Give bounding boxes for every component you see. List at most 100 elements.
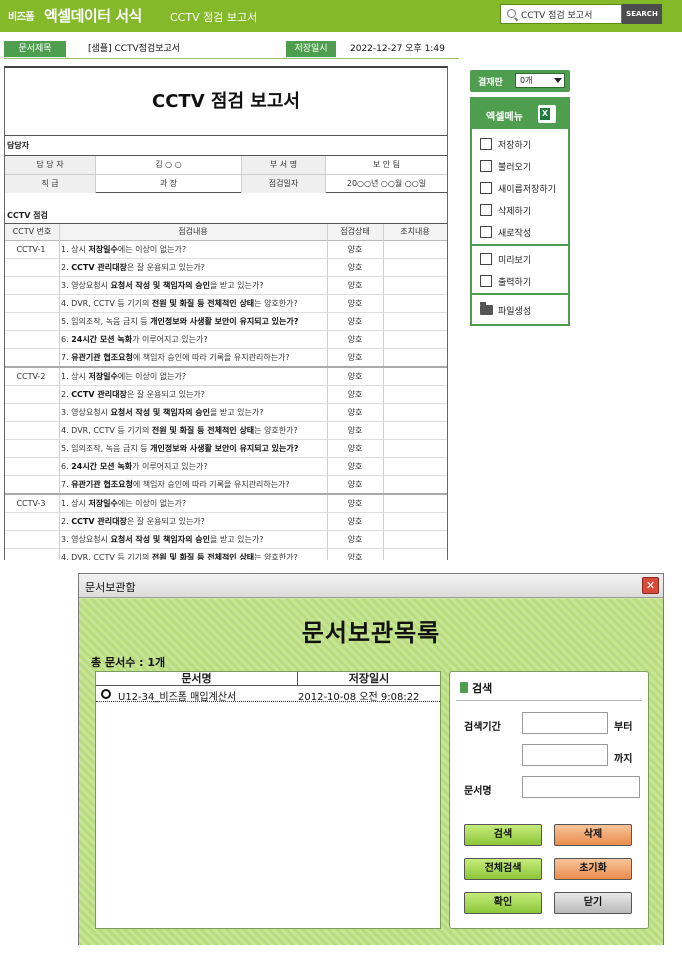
check-content-post: 가 이루어지고 있는가? xyxy=(132,335,208,344)
dialog-titlebar[interactable]: 문서보관함 ✕ xyxy=(79,574,663,598)
radio-button[interactable] xyxy=(101,689,111,699)
check-content-bold: 요청서 작성 및 책임자의 승인 xyxy=(110,535,210,544)
search-button[interactable]: 검색 xyxy=(464,824,542,846)
table-row: 3. 영상요청시 요청서 작성 및 책임자의 승인을 받고 있는가? 양호 xyxy=(5,277,447,295)
check-content-pre: 6. xyxy=(61,462,72,471)
check-content-post: 는 양호한가? xyxy=(254,553,298,560)
menu-divider xyxy=(472,244,568,246)
approval-select[interactable]: 0개 xyxy=(515,73,565,88)
table-row: 4. DVR, CCTV 등 기기의 전원 및 화질 등 전체적인 상태는 양호… xyxy=(5,295,447,313)
check-content-bold: 요청서 작성 및 책임자의 승인 xyxy=(110,408,210,417)
table-row: 6. 24시간 모션 녹화가 이루어지고 있는가? 양호 xyxy=(5,458,447,476)
check-content: 1. 상시 저장일수에는 이상이 없는가? xyxy=(61,368,325,385)
check-content-pre: 1. 상시 xyxy=(61,372,89,381)
search-icon xyxy=(507,9,516,18)
table-row: 6. 24시간 모션 녹화가 이루어지고 있는가? 양호 xyxy=(5,331,447,349)
menu-print[interactable]: 출력하기 xyxy=(480,272,566,290)
dialog-title: 문서보관함 xyxy=(85,581,136,594)
check-content: 3. 영상요청시 요청서 작성 및 책임자의 승인을 받고 있는가? xyxy=(61,404,325,421)
check-content: 5. 임의조작, 녹음 금지 등 개인정보와 사생활 보안이 유지되고 있는가? xyxy=(61,313,325,330)
check-content-bold: 요청서 작성 및 책임자의 승인 xyxy=(110,281,210,290)
check-status: 양호 xyxy=(347,335,363,344)
menu-preview-label: 미리보기 xyxy=(498,256,532,266)
brand-logo[interactable]: 비즈폼 xyxy=(8,8,35,23)
check-content-bold: 저장일수 xyxy=(88,245,118,254)
doc-title-value: [샘플] CCTV점검보고서 xyxy=(88,44,181,54)
check-content-post: 을 받고 있는가? xyxy=(210,408,264,417)
menu-save-as[interactable]: 새이름저장하기 xyxy=(480,179,566,197)
document-archive-dialog: 문서보관함 ✕ 문서보관목록 총 문서수 : 1개 문서명 저장일시 U12-3… xyxy=(78,573,664,945)
document-list: 문서명 저장일시 U12-34_비즈폼 매입계산서 2012-10-08 오전 … xyxy=(95,671,441,929)
check-content: 1. 상시 저장일수에는 이상이 없는가? xyxy=(61,495,325,512)
document-list-header: 문서명 저장일시 xyxy=(96,672,440,686)
rank-value: 과 장 xyxy=(159,179,178,188)
search-panel: 검색 검색기간 부터 까지 문서명 검색 삭제 전체검색 초기화 확인 닫기 xyxy=(449,671,649,929)
check-content-post: 을 받고 있는가? xyxy=(210,535,264,544)
check-content: 7. 유관기관 협조요청에 책임자 승인에 따라 기록을 유지관리하는가? xyxy=(61,349,325,366)
search-panel-icon xyxy=(460,682,468,693)
reset-button[interactable]: 초기화 xyxy=(554,858,632,880)
table-row: 3. 영상요청시 요청서 작성 및 책임자의 승인을 받고 있는가? 양호 xyxy=(5,404,447,422)
check-content-bold: CCTV 관리대장 xyxy=(71,517,127,526)
check-content-post: 가 이루어지고 있는가? xyxy=(132,462,208,471)
dialog-body: 문서보관목록 총 문서수 : 1개 문서명 저장일시 U12-34_비즈폼 매입… xyxy=(79,599,663,945)
check-content-bold: CCTV 관리대장 xyxy=(71,263,127,272)
check-content-bold: CCTV 관리대장 xyxy=(71,390,127,399)
check-status: 양호 xyxy=(347,245,363,254)
brand-subtitle: CCTV 점검 보고서 xyxy=(170,11,258,24)
dialog-close-button[interactable]: 닫기 xyxy=(554,892,632,914)
check-content-bold: 저장일수 xyxy=(88,499,118,508)
col-check-status: 점검상태 xyxy=(340,227,370,236)
check-content-post: 은 잘 운용되고 있는가? xyxy=(126,390,205,399)
search-all-button[interactable]: 전체검색 xyxy=(464,858,542,880)
menu-save[interactable]: 저장하기 xyxy=(480,135,566,153)
excel-menu-title: 엑셀메뉴 xyxy=(486,112,523,123)
check-content-post: 에는 이상이 없는가? xyxy=(117,499,187,508)
excel-menu: 엑셀메뉴 저장하기 불러오기 새이름저장하기 삭제하기 새로작성 미리보기 출력… xyxy=(470,97,570,326)
check-content-pre: 2. xyxy=(61,517,72,526)
delete-button[interactable]: 삭제 xyxy=(554,824,632,846)
menu-preview[interactable]: 미리보기 xyxy=(480,250,566,268)
close-icon[interactable]: ✕ xyxy=(642,577,659,594)
department-value: 보 안 팀 xyxy=(372,160,401,169)
check-content-post: 에 책임자 승인에 따라 기록을 유지관리하는가? xyxy=(132,480,290,489)
check-content-pre: 3. 영상요청시 xyxy=(61,535,111,544)
check-status: 양호 xyxy=(347,517,363,526)
check-status: 양호 xyxy=(347,553,363,560)
menu-new[interactable]: 새로작성 xyxy=(480,223,566,241)
list-item[interactable]: U12-34_비즈폼 매입계산서 2012-10-08 오전 9:08:22 xyxy=(96,686,440,703)
top-header: 비즈폼 엑셀데이터 서식 CCTV 점검 보고서 SEARCH xyxy=(0,0,682,32)
table-row: 2. CCTV 관리대장은 잘 운용되고 있는가? 양호 xyxy=(5,513,447,531)
check-content: 6. 24시간 모션 녹화가 이루어지고 있는가? xyxy=(61,458,325,475)
document-title: CCTV 점검 보고서 xyxy=(5,68,447,136)
ok-button[interactable]: 확인 xyxy=(464,892,542,914)
table-row: 4. DVR, CCTV 등 기기의 전원 및 화질 등 전체적인 상태는 양호… xyxy=(5,422,447,440)
check-content-post: 에는 이상이 없는가? xyxy=(117,372,187,381)
search-button[interactable]: SEARCH xyxy=(622,4,662,24)
preview-icon xyxy=(480,253,492,265)
approval-select-value: 0개 xyxy=(520,76,533,85)
check-content-bold: 유관기관 협조요청 xyxy=(71,353,133,362)
docname-input[interactable] xyxy=(522,776,640,798)
menu-save-label: 저장하기 xyxy=(498,141,532,151)
period-from-input[interactable] xyxy=(522,712,608,734)
menu-save-as-label: 새이름저장하기 xyxy=(498,185,556,195)
menu-load[interactable]: 불러오기 xyxy=(480,157,566,175)
search-panel-title: 검색 xyxy=(472,682,493,695)
approval-label: 결재란 xyxy=(478,78,503,88)
inspection-date-value: 20○○년 ○○월 ○○일 xyxy=(346,179,427,188)
search-input[interactable] xyxy=(521,7,619,21)
check-content: 7. 유관기관 협조요청에 책임자 승인에 따라 기록을 유지관리하는가? xyxy=(61,476,325,493)
cctv-number: CCTV-1 xyxy=(16,245,46,254)
brand-title[interactable]: 엑셀데이터 서식 xyxy=(44,5,142,26)
menu-delete[interactable]: 삭제하기 xyxy=(480,201,566,219)
check-status: 양호 xyxy=(347,499,363,508)
check-status: 양호 xyxy=(347,480,363,489)
menu-create-file[interactable]: 파일생성 xyxy=(480,301,566,319)
doc-title-label: 문서제목 xyxy=(4,41,66,57)
check-status: 양호 xyxy=(347,390,363,399)
check-content: 2. CCTV 관리대장은 잘 운용되고 있는가? xyxy=(61,386,325,403)
period-to-input[interactable] xyxy=(522,744,608,766)
save-as-icon xyxy=(480,182,492,194)
check-section-label: CCTV 점검 xyxy=(7,211,48,220)
